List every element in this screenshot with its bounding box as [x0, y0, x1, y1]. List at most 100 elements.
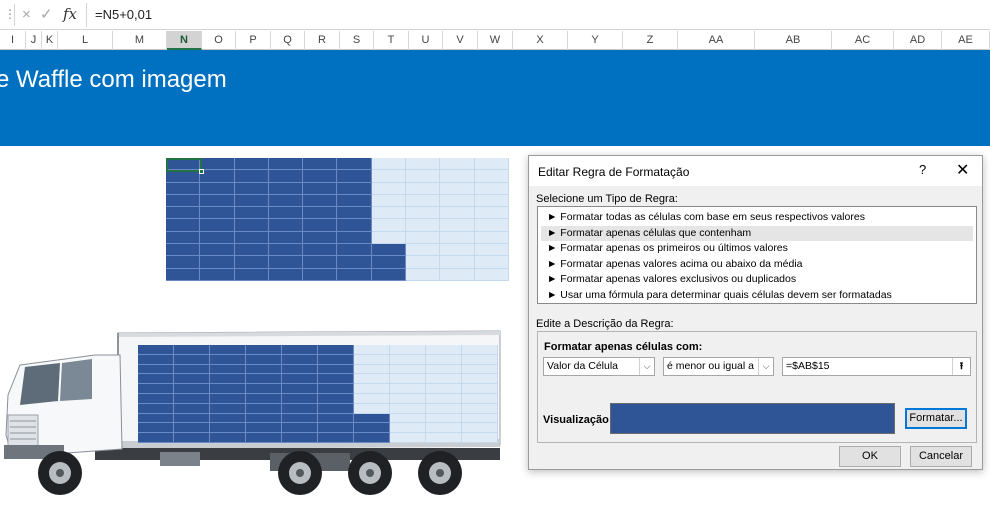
waffle-cell[interactable] — [406, 158, 441, 171]
rule-type-item[interactable]: ► Formatar apenas valores exclusivos ou … — [541, 272, 973, 288]
chevron-down-icon[interactable]: ⌵ — [758, 358, 773, 375]
waffle-cell[interactable] — [268, 207, 304, 220]
waffle-cell[interactable] — [166, 244, 201, 257]
waffle-cell[interactable] — [406, 170, 441, 183]
column-header-ad[interactable]: AD — [894, 31, 942, 50]
waffle-cell[interactable] — [371, 256, 407, 269]
waffle-cell[interactable] — [166, 256, 201, 269]
waffle-cell[interactable] — [303, 256, 338, 269]
waffle-cell[interactable] — [440, 256, 475, 269]
rule-type-item[interactable]: ► Usar uma fórmula para determinar quais… — [541, 288, 973, 304]
waffle-cell[interactable] — [268, 170, 304, 183]
waffle-cell[interactable] — [474, 170, 509, 183]
waffle-cell[interactable] — [406, 244, 441, 257]
waffle-cell[interactable] — [474, 158, 509, 171]
waffle-cell[interactable] — [440, 268, 475, 281]
waffle-cell[interactable] — [200, 256, 235, 269]
waffle-cell[interactable] — [337, 170, 372, 183]
waffle-cell[interactable] — [474, 182, 509, 195]
rule-type-item[interactable]: ► Formatar apenas os primeiros ou último… — [541, 241, 973, 257]
column-header-j[interactable]: J — [26, 31, 42, 50]
waffle-cell[interactable] — [371, 170, 407, 183]
waffle-cell[interactable] — [166, 268, 201, 281]
column-header-o[interactable]: O — [202, 31, 236, 50]
waffle-cell[interactable] — [440, 182, 475, 195]
waffle-cell[interactable] — [268, 182, 304, 195]
ok-button[interactable]: OK — [839, 446, 901, 467]
waffle-cell[interactable] — [337, 231, 372, 245]
waffle-cell[interactable] — [303, 244, 338, 257]
waffle-cell[interactable] — [371, 268, 407, 281]
waffle-cell[interactable] — [200, 219, 235, 232]
column-header-v[interactable]: V — [443, 31, 478, 50]
waffle-cell[interactable] — [406, 268, 441, 281]
waffle-cell[interactable] — [303, 207, 338, 220]
waffle-cell[interactable] — [166, 182, 201, 195]
rule-type-item[interactable]: ► Formatar apenas valores acima ou abaix… — [541, 257, 973, 273]
waffle-cell[interactable] — [371, 231, 407, 245]
waffle-cell[interactable] — [474, 256, 509, 269]
column-header-q[interactable]: Q — [271, 31, 305, 50]
waffle-cell[interactable] — [406, 182, 441, 195]
waffle-cell[interactable] — [440, 244, 475, 257]
waffle-cell[interactable] — [474, 231, 509, 245]
waffle-cell[interactable] — [234, 158, 269, 171]
waffle-cell[interactable] — [234, 194, 269, 208]
waffle-cell[interactable] — [440, 194, 475, 208]
waffle-cell[interactable] — [337, 158, 372, 171]
waffle-cell[interactable] — [303, 231, 338, 245]
waffle-cell[interactable] — [268, 219, 304, 232]
column-header-t[interactable]: T — [374, 31, 409, 50]
chevron-down-icon[interactable]: ⌵ — [639, 358, 654, 375]
waffle-cell[interactable] — [474, 244, 509, 257]
waffle-cell[interactable] — [234, 170, 269, 183]
column-header-i[interactable]: I — [0, 31, 26, 50]
waffle-cell[interactable] — [337, 194, 372, 208]
waffle-cell[interactable] — [474, 219, 509, 232]
waffle-cell[interactable] — [474, 207, 509, 220]
waffle-cell[interactable] — [234, 182, 269, 195]
operator-select[interactable]: é menor ou igual a ⌵ — [663, 357, 774, 376]
waffle-cell[interactable] — [440, 207, 475, 220]
waffle-cell[interactable] — [406, 256, 441, 269]
waffle-cell[interactable] — [337, 256, 372, 269]
waffle-cell[interactable] — [268, 158, 304, 171]
condition-field-select[interactable]: Valor da Célula ⌵ — [543, 357, 655, 376]
waffle-cell[interactable] — [268, 231, 304, 245]
column-header-x[interactable]: X — [513, 31, 568, 50]
waffle-cell[interactable] — [337, 207, 372, 220]
waffle-cell[interactable] — [406, 219, 441, 232]
cancel-button[interactable]: Cancelar — [910, 446, 972, 467]
waffle-cell[interactable] — [371, 219, 407, 232]
waffle-cell[interactable] — [440, 158, 475, 171]
waffle-cell[interactable] — [303, 219, 338, 232]
waffle-cell[interactable] — [200, 182, 235, 195]
waffle-cell[interactable] — [371, 244, 407, 257]
column-header-r[interactable]: R — [305, 31, 340, 50]
waffle-cell[interactable] — [234, 219, 269, 232]
column-header-m[interactable]: M — [113, 31, 167, 50]
column-header-ae[interactable]: AE — [942, 31, 990, 50]
fill-handle[interactable] — [199, 169, 204, 174]
waffle-cell[interactable] — [337, 244, 372, 257]
column-header-z[interactable]: Z — [623, 31, 678, 50]
column-header-ac[interactable]: AC — [832, 31, 894, 50]
formula-input[interactable]: =N5+0,01 — [86, 3, 990, 27]
waffle-cell[interactable] — [406, 194, 441, 208]
waffle-cell[interactable] — [200, 231, 235, 245]
rule-type-item[interactable]: ► Formatar todas as células com base em … — [541, 210, 973, 226]
waffle-cell[interactable] — [234, 256, 269, 269]
help-button[interactable]: ? — [919, 162, 926, 177]
cancel-icon[interactable]: × — [22, 6, 31, 24]
formula-bar-grip-icon[interactable]: ⋮ — [4, 7, 16, 21]
waffle-cell[interactable] — [474, 194, 509, 208]
waffle-cell[interactable] — [200, 158, 235, 171]
waffle-cell[interactable] — [166, 170, 201, 183]
column-header-p[interactable]: P — [236, 31, 271, 50]
rule-type-item[interactable]: ► Formatar apenas células que contenham — [541, 225, 973, 241]
waffle-cell[interactable] — [406, 207, 441, 220]
waffle-cell[interactable] — [166, 194, 201, 208]
waffle-cell[interactable] — [234, 268, 269, 281]
waffle-cell[interactable] — [406, 231, 441, 245]
insert-function-button[interactable]: fx — [63, 5, 77, 23]
